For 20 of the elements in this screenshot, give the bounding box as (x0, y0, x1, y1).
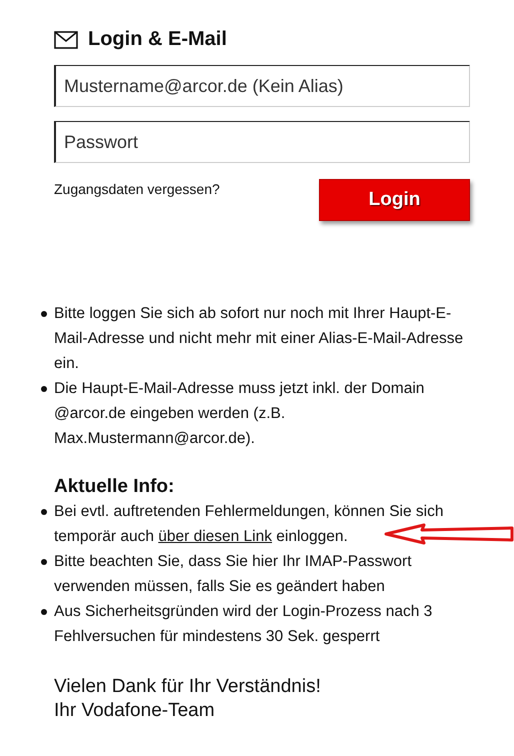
bullet-icon (41, 311, 47, 317)
password-field[interactable]: Passwort (54, 121, 470, 163)
bullet-icon (41, 386, 47, 392)
mail-icon (54, 30, 78, 48)
note-text: Bitte loggen Sie sich ab sofort nur noch mit Ihrer Haupt-E-Mail-Adresse und nicht mehr mit einer Alias-E-Mail-Adresse ein. (54, 304, 464, 374)
closing-text: Vielen Dank für Ihr Verständnis! (54, 675, 322, 699)
closing-text: Ihr Vodafone-Team (54, 699, 216, 723)
forgot-link[interactable]: Zugangsdaten vergessen? (54, 181, 220, 197)
bullet-icon (41, 509, 47, 515)
info-title: Aktuelle Info: (54, 475, 176, 499)
note-text: Die Haupt-E-Mail-Adresse muss jetzt inkl. der Domain @arcor.de eingeben werden (z.B. Max.Mustermann@arcor.de). (54, 379, 426, 449)
section-title: Login & E-Mail (88, 28, 227, 51)
note-text: Aus Sicherheitsgründen wird der Login-Prozess nach 3 Fehlversuchen für mindestens 30 Sek. gesperrt (54, 602, 434, 647)
bullet-icon (41, 559, 47, 565)
bullet-icon (41, 609, 47, 615)
login-button[interactable]: Login (319, 179, 470, 221)
note-text: Bei evtl. auftretenden Fehlermeldungen, können Sie sich temporär auch über diesen Link einloggen. (54, 502, 444, 547)
email-field[interactable]: Mustername@arcor.de (Kein Alias) (54, 65, 470, 107)
note-text: Bitte beachten Sie, dass Sie hier Ihr IMAP-Passwort verwenden müssen, falls Sie es geändert haben (54, 552, 413, 597)
login-link[interactable]: über diesen Link (158, 528, 272, 545)
